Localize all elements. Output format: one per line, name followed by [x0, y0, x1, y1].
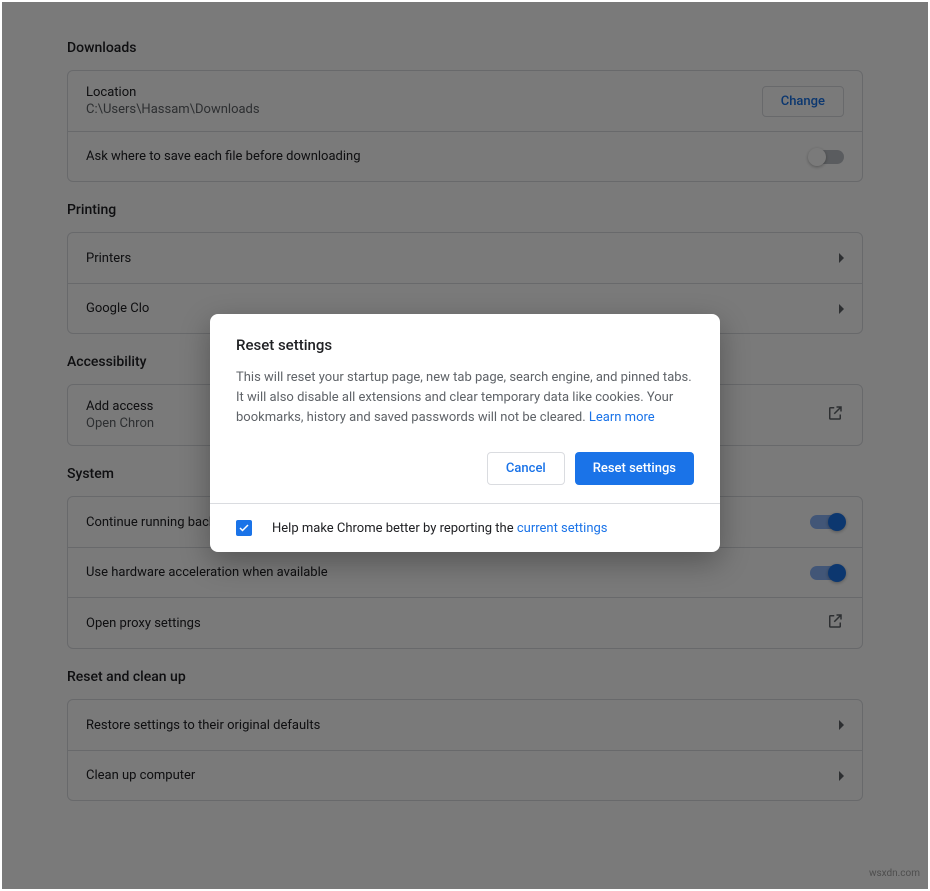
help-report-text: Help make Chrome better by reporting the… — [272, 521, 608, 536]
dialog-text: This will reset your startup page, new t… — [236, 368, 694, 428]
help-prefix: Help make Chrome better by reporting the — [272, 521, 517, 536]
current-settings-link[interactable]: current settings — [517, 521, 608, 536]
watermark-text: wsxdn.com — [869, 868, 920, 879]
dialog-title: Reset settings — [236, 336, 694, 354]
reset-settings-dialog: Reset settings This will reset your star… — [210, 314, 720, 552]
cancel-button[interactable]: Cancel — [487, 452, 565, 485]
reset-settings-button[interactable]: Reset settings — [575, 452, 694, 485]
help-report-checkbox[interactable] — [236, 520, 252, 536]
learn-more-link[interactable]: Learn more — [589, 410, 655, 425]
modal-overlay: Reset settings This will reset your star… — [2, 2, 928, 889]
